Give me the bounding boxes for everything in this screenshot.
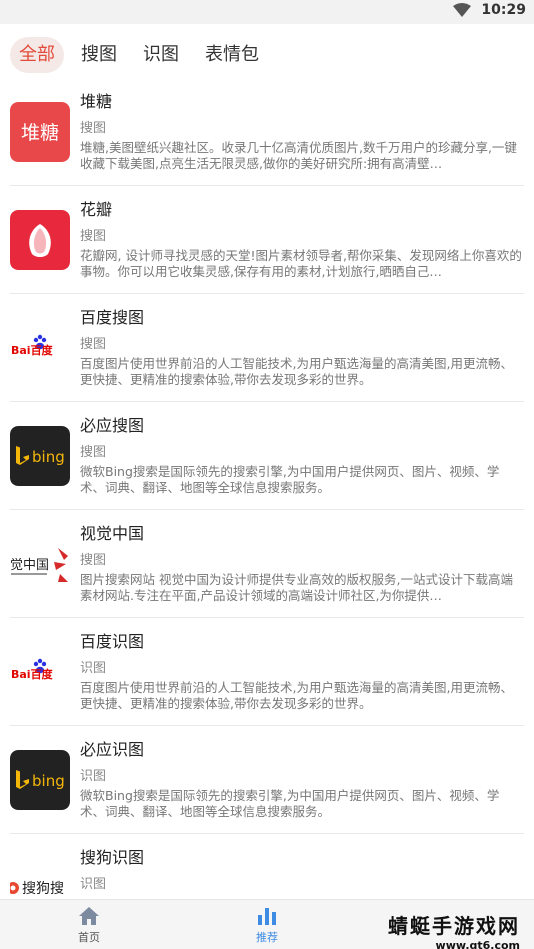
tab-search-image[interactable]: 搜图 [72, 37, 126, 73]
item-title: 堆糖 [80, 92, 113, 111]
item-category: 搜图 [80, 445, 107, 460]
baidu-logo: Bai百度 [10, 642, 70, 702]
item-title: 百度识图 [80, 632, 145, 651]
nav-recommend-label: 推荐 [256, 930, 278, 944]
item-description: 百度图片使用世界前沿的人工智能技术,为用户甄选海量的高清美图,用更流畅、更快捷、… [80, 680, 513, 711]
nav-home[interactable]: 首页 [0, 900, 178, 949]
category-tabs: 全部 搜图 识图 表情包 [10, 36, 268, 74]
svg-text:bing: bing [32, 448, 65, 466]
item-description: 图片搜索网站 视觉中国为设计师提供专业高效的版权服务,一站式设计下载高端素材网站… [80, 572, 513, 603]
list-item[interactable]: bing 必应搜图 搜图 微软Bing搜索是国际领先的搜索引擎,为中国用户提供网… [10, 402, 524, 510]
item-category: 搜图 [80, 229, 107, 244]
list-item[interactable]: 堆糖 堆糖 搜图 堆糖,美图壁纸兴趣社区。收录几十亿高清优质图片,数千万用户的珍… [10, 78, 524, 186]
item-description: 微软Bing搜索是国际领先的搜索引擎,为中国用户提供网页、图片、视频、学术、词典… [80, 788, 500, 819]
huaban-logo [10, 210, 70, 270]
tab-recognize-image[interactable]: 识图 [134, 37, 188, 73]
status-bar: 10:29 [0, 0, 534, 24]
nav-recommend[interactable]: 推荐 [178, 900, 356, 949]
svg-text:Bai百度: Bai百度 [11, 667, 54, 681]
home-icon [79, 906, 99, 925]
wifi-icon [453, 3, 472, 17]
watermark-text: 蜻蜓手游戏网 [388, 914, 520, 938]
item-category: 识图 [80, 661, 107, 676]
sogou-logo: 搜狗搜 [10, 858, 70, 898]
item-description: 花瓣网, 设计师寻找灵感的天堂!图片素材领导者,帮你采集、发现网络上你喜欢的事物… [80, 248, 522, 279]
item-category: 识图 [80, 769, 107, 784]
vcg-logo: 觉中国 [10, 534, 70, 594]
item-title: 百度搜图 [80, 308, 145, 327]
svg-text:堆糖: 堆糖 [21, 122, 59, 144]
list-item[interactable]: Bai百度 百度搜图 搜图 百度图片使用世界前沿的人工智能技术,为用户甄选海量的… [10, 294, 524, 402]
svg-text:bing: bing [32, 772, 65, 790]
item-category: 搜图 [80, 337, 107, 352]
item-title: 必应搜图 [80, 416, 145, 435]
item-description [80, 896, 524, 898]
item-description: 堆糖,美图壁纸兴趣社区。收录几十亿高清优质图片,数千万用户的珍藏分享,一键收藏下… [80, 140, 517, 171]
item-category: 识图 [80, 877, 107, 892]
watermark: 蜻蜓手游戏网 www.qt6.com [388, 910, 520, 949]
item-title: 视觉中国 [80, 524, 145, 543]
svg-text:觉中国: 觉中国 [10, 558, 49, 573]
list-item[interactable]: 花瓣 搜图 花瓣网, 设计师寻找灵感的天堂!图片素材领导者,帮你采集、发现网络上… [10, 186, 524, 294]
duitang-logo: 堆糖 [10, 102, 70, 162]
item-category: 搜图 [80, 553, 107, 568]
list-item[interactable]: 搜狗搜 搜狗识图 识图 [10, 834, 524, 898]
tab-emoji[interactable]: 表情包 [196, 37, 268, 73]
list-item[interactable]: 觉中国 视觉中国 搜图 图片搜索网站 视觉中国为设计师提供专业高效的版权服务,一… [10, 510, 524, 618]
item-description: 微软Bing搜索是国际领先的搜索引擎,为中国用户提供网页、图片、视频、学术、词典… [80, 464, 500, 495]
bing-logo: bing [10, 426, 70, 486]
item-title: 必应识图 [80, 740, 145, 759]
item-title: 花瓣 [80, 200, 113, 219]
nav-home-label: 首页 [78, 930, 100, 944]
watermark-url: www.qt6.com [435, 939, 520, 949]
item-description: 百度图片使用世界前沿的人工智能技术,为用户甄选海量的高清美图,用更流畅、更快捷、… [80, 356, 513, 387]
tab-all[interactable]: 全部 [10, 37, 64, 73]
list-item[interactable]: Bai百度 百度识图 识图 百度图片使用世界前沿的人工智能技术,为用户甄选海量的… [10, 618, 524, 726]
item-category: 搜图 [80, 121, 107, 136]
svg-text:搜狗搜: 搜狗搜 [22, 881, 64, 897]
baidu-logo: Bai百度 [10, 318, 70, 378]
bar-chart-icon [258, 907, 276, 925]
list-item[interactable]: bing 必应识图 识图 微软Bing搜索是国际领先的搜索引擎,为中国用户提供网… [10, 726, 524, 834]
svg-text:Bai百度: Bai百度 [11, 343, 54, 357]
status-time: 10:29 [481, 2, 526, 18]
bing-logo: bing [10, 750, 70, 810]
item-title: 搜狗识图 [80, 848, 145, 867]
site-list: 堆糖 堆糖 搜图 堆糖,美图壁纸兴趣社区。收录几十亿高清优质图片,数千万用户的珍… [0, 78, 534, 898]
